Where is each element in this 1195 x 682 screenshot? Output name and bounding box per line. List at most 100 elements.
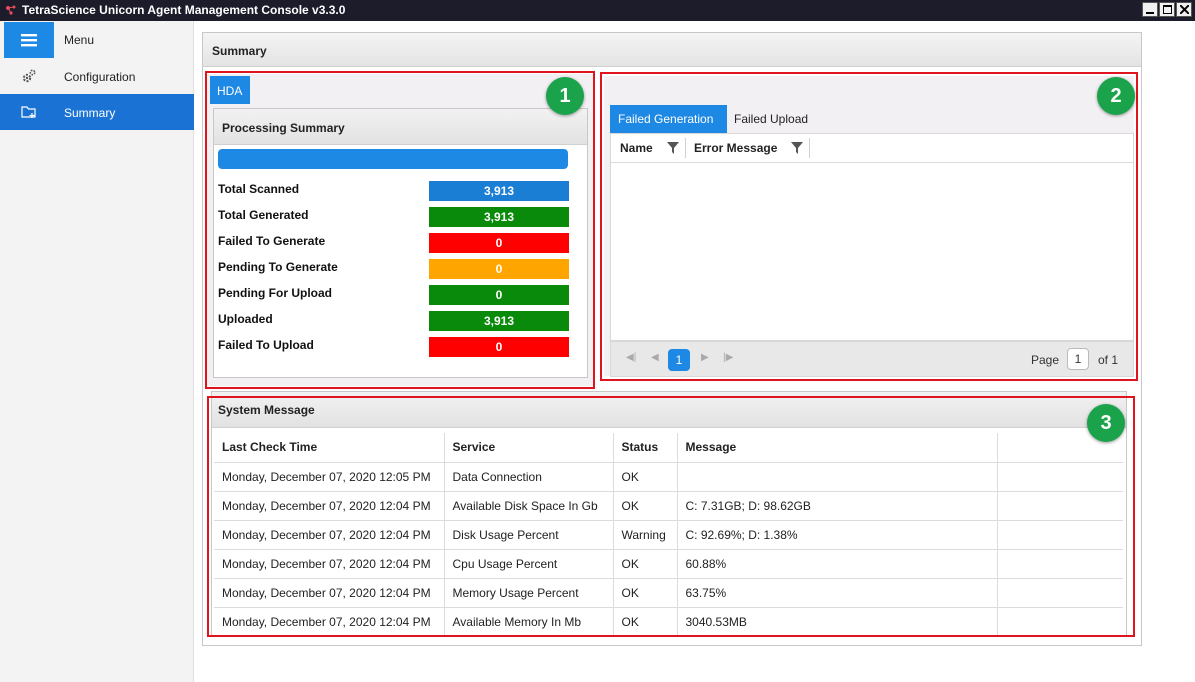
cell-last-check-time: Monday, December 07, 2020 12:04 PM [214,549,445,579]
stat-label: Failed To Upload [218,338,314,352]
close-button[interactable] [1176,2,1192,17]
cell-service: Memory Usage Percent [444,578,614,608]
tab-failed-generation[interactable]: Failed Generation [610,105,727,133]
cell-empty [997,462,1123,492]
maximize-icon [1162,5,1172,14]
cell-message: 60.88% [677,549,998,579]
table-row[interactable]: Monday, December 07, 2020 12:05 PM Data … [214,462,1123,492]
table-row[interactable]: Monday, December 07, 2020 12:04 PM Memor… [214,578,1123,608]
cell-service: Available Memory In Mb [444,607,614,637]
close-icon [1179,5,1189,14]
table-row[interactable]: Monday, December 07, 2020 12:04 PM Avail… [214,491,1123,521]
tab-failed-upload[interactable]: Failed Upload [734,105,808,133]
gears-icon [22,69,36,83]
stat-label: Pending To Generate [218,260,338,274]
cell-empty [997,520,1123,550]
minimize-button[interactable] [1142,2,1158,17]
stat-value: 0 [429,285,569,305]
column-header-last-check-time[interactable]: Last Check Time [214,433,445,463]
stat-row-failed-to-upload: Failed To Upload 0 [218,337,574,359]
stat-row-pending-to-generate: Pending To Generate 0 [218,259,574,281]
maximize-button[interactable] [1159,2,1175,17]
page-count-label: of 1 [1098,353,1119,367]
app-logo-icon [6,5,16,15]
cell-empty [997,578,1123,608]
last-page-icon[interactable]: |▶ [723,352,733,363]
cell-status: OK [613,491,678,521]
cell-status: OK [613,607,678,637]
folder-add-icon [21,106,36,118]
failures-grid-header: Name Error Message [611,134,1133,163]
stat-label: Uploaded [218,312,273,326]
stat-value: 0 [429,259,569,279]
filter-icon[interactable] [791,142,803,154]
cell-message: C: 7.31GB; D: 98.62GB [677,491,998,521]
cell-empty [997,549,1123,579]
pager: ◀​| ◀ 1 ▶ |▶ Page 1 of 1 [610,341,1134,377]
table-row[interactable]: Monday, December 07, 2020 12:04 PM Disk … [214,520,1123,550]
cell-status: OK [613,549,678,579]
cell-message: 3040.53MB [677,607,998,637]
sidebar-item-configuration[interactable]: Configuration [0,58,194,94]
sidebar: Menu Configuration Summary [0,21,194,682]
cell-service: Cpu Usage Percent [444,549,614,579]
column-separator [685,138,686,158]
window-title: TetraScience Unicorn Agent Management Co… [22,3,346,17]
sidebar-item-label: Summary [64,106,116,120]
processing-summary-title: Processing Summary [214,109,587,145]
sidebar-item-label: Configuration [64,70,136,84]
cell-last-check-time: Monday, December 07, 2020 12:04 PM [214,520,445,550]
stat-label: Total Generated [218,208,309,222]
prev-page-icon[interactable]: ◀ [651,352,659,363]
stat-row-total-generated: Total Generated 3,913 [218,207,574,229]
annotation-badge-3: 3 [1087,404,1125,442]
annotation-badge-1: 1 [546,77,584,115]
cell-last-check-time: Monday, December 07, 2020 12:04 PM [214,578,445,608]
hamburger-icon [21,34,37,47]
page-label: Page [1031,353,1060,367]
column-separator [809,138,810,158]
cell-service: Available Disk Space In Gb [444,491,614,521]
stat-label: Failed To Generate [218,234,326,248]
stat-row-total-scanned: Total Scanned 3,913 [218,181,574,203]
table-row[interactable]: Monday, December 07, 2020 12:04 PM Cpu U… [214,549,1123,579]
processing-progress-bar [218,149,568,169]
column-header-name[interactable]: Name [620,141,653,155]
page-input[interactable]: 1 [1067,348,1089,370]
title-bar: TetraScience Unicorn Agent Management Co… [0,0,1195,21]
system-message-table: Last Check Time Service Status Message M… [214,433,1123,637]
hda-section: HDA Processing Summary Total Scanned 3,9… [207,74,593,386]
column-header-message[interactable]: Message [677,433,998,463]
first-page-icon[interactable]: ◀​| [626,352,636,363]
cell-service: Disk Usage Percent [444,520,614,550]
stat-row-failed-to-generate: Failed To Generate 0 [218,233,574,255]
tab-hda[interactable]: HDA [210,76,250,104]
minimize-icon [1146,11,1154,14]
stat-label: Pending For Upload [218,286,332,300]
cell-status: OK [613,578,678,608]
table-row[interactable]: Monday, December 07, 2020 12:04 PM Avail… [214,607,1123,637]
stat-value: 0 [429,337,569,357]
processing-summary-card: Processing Summary Total Scanned 3,913 T… [213,108,588,378]
next-page-icon[interactable]: ▶ [701,352,709,363]
sidebar-item-menu[interactable]: Menu [0,21,194,58]
column-header-service[interactable]: Service [444,433,614,463]
stat-value: 0 [429,233,569,253]
cell-last-check-time: Monday, December 07, 2020 12:05 PM [214,462,445,492]
cell-service: Data Connection [444,462,614,492]
cell-status: OK [613,462,678,492]
stat-row-pending-for-upload: Pending For Upload 0 [218,285,574,307]
stat-label: Total Scanned [218,182,300,196]
column-header-error-message[interactable]: Error Message [694,141,777,155]
hamburger-button[interactable] [4,22,54,58]
sidebar-item-label: Menu [64,33,95,47]
sidebar-item-summary[interactable]: Summary [0,94,194,130]
stat-value: 3,913 [429,311,569,331]
column-header-status[interactable]: Status [613,433,678,463]
page-number-button[interactable]: 1 [668,349,690,371]
filter-icon[interactable] [667,142,679,154]
cell-message [677,462,998,492]
stat-row-uploaded: Uploaded 3,913 [218,311,574,333]
cell-status: Warning [613,520,678,550]
cell-last-check-time: Monday, December 07, 2020 12:04 PM [214,607,445,637]
